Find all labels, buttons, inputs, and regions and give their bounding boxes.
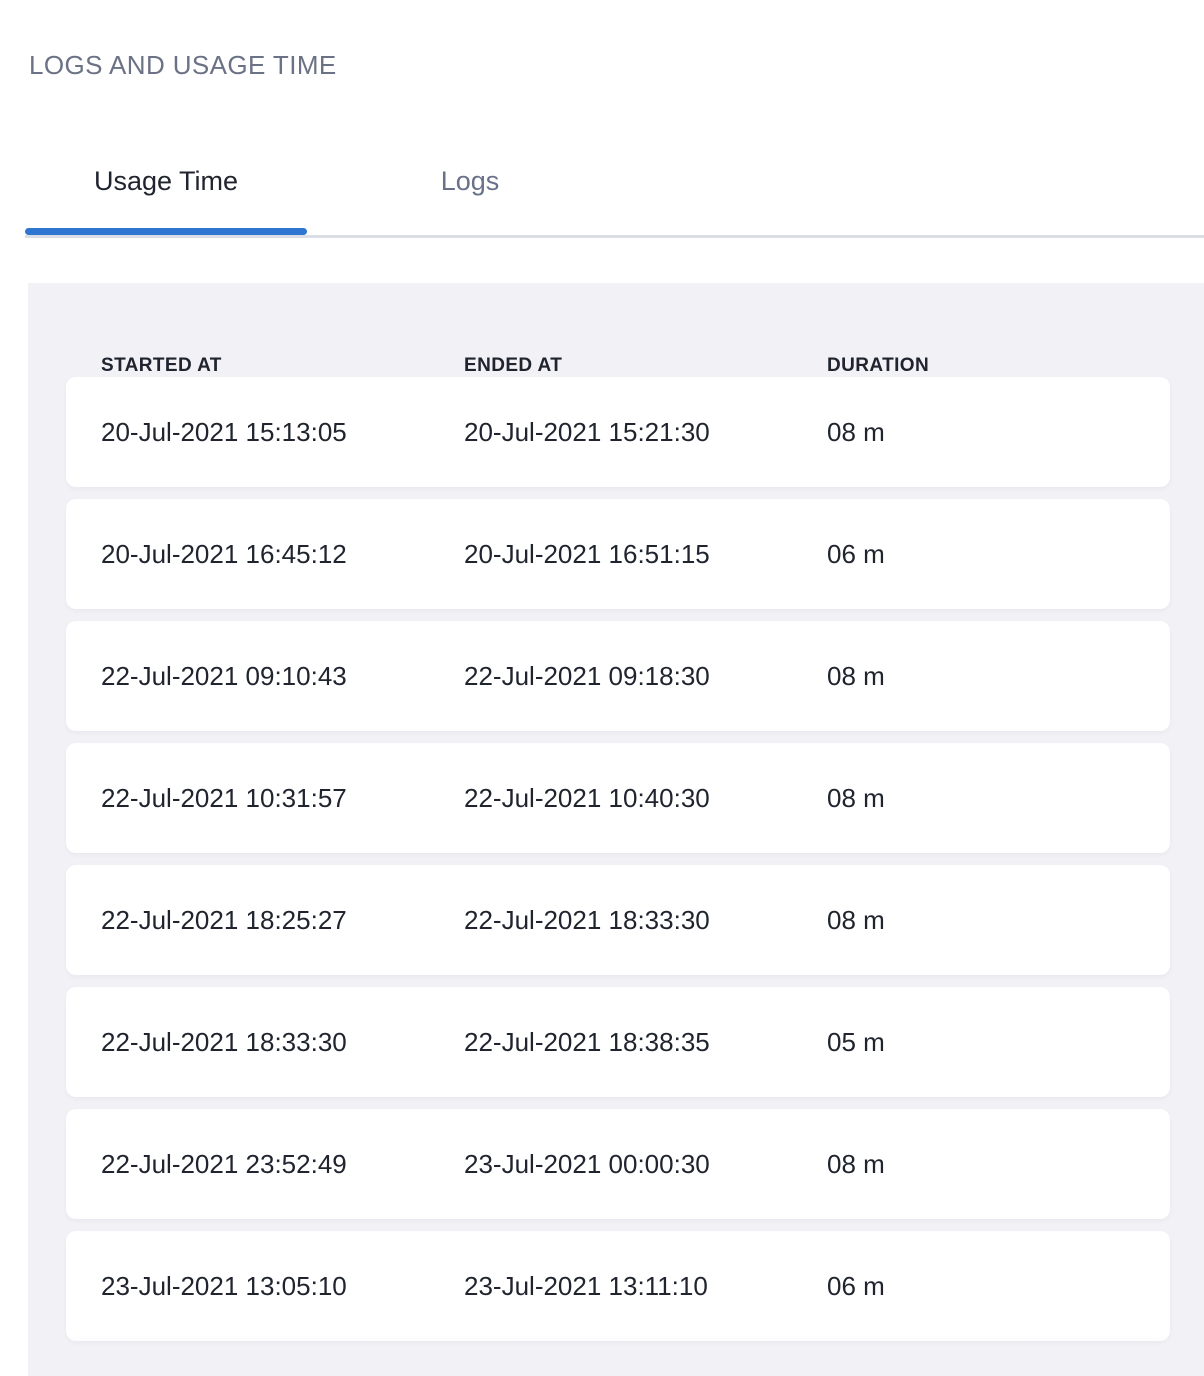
started-at-cell: 22-Jul-2021 23:52:49 — [101, 1149, 464, 1180]
tab-bar: Usage Time Logs — [25, 166, 1204, 238]
duration-cell: 06 m — [827, 539, 1170, 570]
table-row: 20-Jul-2021 15:13:05 20-Jul-2021 15:21:3… — [66, 377, 1170, 487]
ended-at-cell: 23-Jul-2021 13:11:10 — [464, 1271, 827, 1302]
column-header-duration: DURATION — [827, 355, 1170, 377]
ended-at-cell: 22-Jul-2021 18:33:30 — [464, 905, 827, 936]
started-at-cell: 22-Jul-2021 18:33:30 — [101, 1027, 464, 1058]
active-tab-indicator — [25, 228, 307, 235]
ended-at-cell: 23-Jul-2021 00:00:30 — [464, 1149, 827, 1180]
duration-cell: 08 m — [827, 905, 1170, 936]
tab-logs[interactable]: Logs — [307, 166, 633, 235]
table-row: 22-Jul-2021 10:31:57 22-Jul-2021 10:40:3… — [66, 743, 1170, 853]
column-header-started-at: STARTED AT — [101, 355, 464, 377]
started-at-cell: 22-Jul-2021 09:10:43 — [101, 661, 464, 692]
table-row: 23-Jul-2021 13:05:10 23-Jul-2021 13:11:1… — [66, 1231, 1170, 1341]
started-at-cell: 20-Jul-2021 16:45:12 — [101, 539, 464, 570]
duration-cell: 08 m — [827, 783, 1170, 814]
ended-at-cell: 22-Jul-2021 10:40:30 — [464, 783, 827, 814]
tab-usage-time[interactable]: Usage Time — [25, 166, 307, 235]
table-row: 22-Jul-2021 18:25:27 22-Jul-2021 18:33:3… — [66, 865, 1170, 975]
started-at-cell: 22-Jul-2021 18:25:27 — [101, 905, 464, 936]
duration-cell: 06 m — [827, 1271, 1170, 1302]
duration-cell: 05 m — [827, 1027, 1170, 1058]
ended-at-cell: 20-Jul-2021 15:21:30 — [464, 417, 827, 448]
table-row: 22-Jul-2021 18:33:30 22-Jul-2021 18:38:3… — [66, 987, 1170, 1097]
usage-time-panel: STARTED AT ENDED AT DURATION 20-Jul-2021… — [28, 283, 1204, 1376]
started-at-cell: 20-Jul-2021 15:13:05 — [101, 417, 464, 448]
page-title: LOGS AND USAGE TIME — [0, 0, 1204, 80]
duration-cell: 08 m — [827, 417, 1170, 448]
ended-at-cell: 20-Jul-2021 16:51:15 — [464, 539, 827, 570]
duration-cell: 08 m — [827, 1149, 1170, 1180]
duration-cell: 08 m — [827, 661, 1170, 692]
ended-at-cell: 22-Jul-2021 09:18:30 — [464, 661, 827, 692]
table-header-row: STARTED AT ENDED AT DURATION — [66, 283, 1170, 377]
started-at-cell: 22-Jul-2021 10:31:57 — [101, 783, 464, 814]
table-row: 20-Jul-2021 16:45:12 20-Jul-2021 16:51:1… — [66, 499, 1170, 609]
table-row: 22-Jul-2021 09:10:43 22-Jul-2021 09:18:3… — [66, 621, 1170, 731]
column-header-ended-at: ENDED AT — [464, 355, 827, 377]
ended-at-cell: 22-Jul-2021 18:38:35 — [464, 1027, 827, 1058]
started-at-cell: 23-Jul-2021 13:05:10 — [101, 1271, 464, 1302]
table-row: 22-Jul-2021 23:52:49 23-Jul-2021 00:00:3… — [66, 1109, 1170, 1219]
